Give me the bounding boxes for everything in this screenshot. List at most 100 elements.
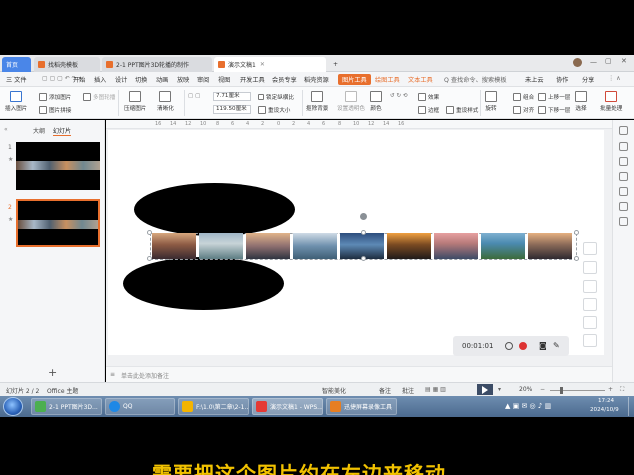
slide-thumbnail-1[interactable] <box>16 142 100 190</box>
settings-icon[interactable] <box>619 126 628 135</box>
avatar[interactable] <box>573 58 582 67</box>
slide-thumbnail-2[interactable] <box>16 199 100 247</box>
camera-icon[interactable]: ◙ <box>539 341 547 350</box>
add-slide-button[interactable]: + <box>48 366 57 379</box>
landscape-photo[interactable] <box>387 233 431 259</box>
resize-handle[interactable] <box>147 230 152 235</box>
ellipse-shape-top[interactable] <box>134 183 295 236</box>
minimize-icon[interactable]: — <box>590 58 597 66</box>
show-desktop-button[interactable] <box>628 397 633 416</box>
insert-picture-button[interactable]: 插入图片 <box>5 91 27 112</box>
combine-button[interactable]: 组合 <box>513 93 534 101</box>
zoom-level[interactable]: 20% <box>519 386 532 393</box>
taskbar-item-qq[interactable]: QQ <box>105 398 175 415</box>
taskbar-item-ppt-tutorial[interactable]: 2-1 PPT图片3D... <box>31 398 102 415</box>
send-backward-button[interactable]: 下移一层 <box>538 106 570 114</box>
collaborate-button[interactable]: 协作 <box>556 75 568 84</box>
tab-presentation[interactable]: 演示文稿1 ✕ <box>214 57 326 72</box>
crop-tool-icon[interactable] <box>583 316 597 329</box>
menu-slideshow[interactable]: 放映 <box>177 75 189 84</box>
bulb-icon[interactable] <box>583 334 597 347</box>
batch-button[interactable]: 批量处理 <box>600 91 622 112</box>
cloud-sync[interactable]: 未上云 <box>525 75 544 84</box>
zoom-out-icon[interactable]: − <box>540 386 545 393</box>
close-icon[interactable]: ✕ <box>260 61 265 68</box>
resize-handle[interactable] <box>574 230 579 235</box>
tab-home[interactable]: 首页 <box>2 57 31 72</box>
close-window-icon[interactable]: ✕ <box>621 57 627 65</box>
help-icon[interactable] <box>619 217 628 226</box>
width-input[interactable]: 119.50厘米 <box>213 105 251 114</box>
fit-window-icon[interactable]: ⛶ <box>620 386 624 394</box>
zoom-in-icon[interactable]: + <box>608 386 613 393</box>
menu-home[interactable]: 开始 <box>73 75 85 84</box>
smart-beautify-button[interactable]: 智能美化 <box>322 386 346 395</box>
select-button[interactable]: 选择 <box>575 91 587 112</box>
menu-review[interactable]: 审阅 <box>197 75 209 84</box>
tab-slides[interactable]: 幻灯片 <box>53 126 72 136</box>
reset-style-button[interactable]: 重设样式 <box>446 106 478 114</box>
menu-insert[interactable]: 插入 <box>94 75 106 84</box>
resize-handle[interactable] <box>361 256 366 261</box>
stop-icon[interactable] <box>519 342 527 350</box>
set-transparent-button[interactable]: 设置透明色 <box>337 91 365 112</box>
resize-handle[interactable] <box>147 256 152 261</box>
notes-expand-icon[interactable]: ≡ <box>110 371 115 378</box>
crop-small-icons[interactable]: ▢ ▢ <box>188 93 200 99</box>
animation-icon[interactable] <box>619 157 628 166</box>
menu-drawing-tools[interactable]: 绘图工具 <box>375 75 400 84</box>
tab-template[interactable]: 找稻壳模板 <box>34 57 100 72</box>
resize-handle[interactable] <box>361 230 366 235</box>
rotate-small-icons[interactable]: ↺ ↻ ⟲ <box>390 93 408 99</box>
collapse-panel-icon[interactable]: « <box>4 126 8 133</box>
landscape-photo[interactable] <box>481 233 525 259</box>
menu-vip[interactable]: 会员专享 <box>272 75 297 84</box>
play-options-icon[interactable]: ▾ <box>498 386 501 393</box>
resize-handle[interactable] <box>574 256 579 261</box>
zoom-slider-thumb[interactable] <box>560 387 563 394</box>
align-button[interactable]: 对齐 <box>513 106 534 114</box>
landscape-photo[interactable] <box>528 233 572 259</box>
compress-picture-button[interactable]: 压缩图片 <box>124 91 146 112</box>
menu-design[interactable]: 设计 <box>115 75 127 84</box>
menu-docer[interactable]: 稻壳资源 <box>304 75 329 84</box>
float-tool-button[interactable] <box>583 242 597 255</box>
property-icon[interactable] <box>619 172 628 181</box>
menu-view[interactable]: 视图 <box>218 75 230 84</box>
landscape-photo[interactable] <box>246 233 290 259</box>
landscape-photo[interactable] <box>434 233 478 259</box>
menu-file[interactable]: 三 文件 <box>6 75 27 84</box>
notes-area[interactable]: ≡ 单击此处添加备注 <box>106 366 612 382</box>
more-icon[interactable]: ⋮ ∧ <box>608 75 621 82</box>
system-tray-icons[interactable]: ▲ ▣ ✉ ◎ ♪ ▥ <box>505 402 551 410</box>
format-icon[interactable] <box>619 187 628 196</box>
picture-join-button[interactable]: 图片拼接 <box>39 106 71 114</box>
ellipse-shape-bottom[interactable] <box>123 257 284 310</box>
rotate-handle-icon[interactable] <box>359 212 368 221</box>
menu-text-tools[interactable]: 文本工具 <box>408 75 433 84</box>
crop-button[interactable]: 抠除背景 <box>306 91 328 112</box>
taskbar-item-recorder[interactable]: 迅捷屏幕录像工具 <box>326 398 397 415</box>
bring-forward-button[interactable]: 上移一层 <box>538 93 570 101</box>
taskbar-item-folder[interactable]: F:\1.0\第二章\2-1... <box>178 398 249 415</box>
play-button[interactable] <box>477 384 493 395</box>
pen-tool-icon[interactable] <box>583 280 597 293</box>
backup-icon[interactable] <box>619 202 628 211</box>
color-button[interactable]: 颜色 <box>370 91 382 112</box>
notes-toggle-button[interactable]: 备注 <box>379 386 391 395</box>
layer-icon[interactable] <box>583 261 597 274</box>
reset-size-button[interactable]: 重设大小 <box>258 106 290 114</box>
share-button[interactable]: 分享 <box>582 75 594 84</box>
add-picture-button[interactable]: 添加图片 <box>39 93 71 101</box>
tab-outline[interactable]: 大纲 <box>33 126 45 135</box>
style-icon[interactable] <box>619 142 628 151</box>
tab-ppt-tutorial[interactable]: 2-1 PPT图片3D轮播的制作 <box>102 57 212 72</box>
maximize-icon[interactable]: ▢ <box>605 57 612 65</box>
start-button[interactable] <box>3 397 23 416</box>
multi-picture-button[interactable]: 多图轮播 <box>83 93 115 101</box>
comment-toggle-button[interactable]: 批注 <box>402 386 414 395</box>
clarity-button[interactable]: 清晰化 <box>157 91 174 112</box>
view-mode-icons[interactable]: ▤ ▦ ▥ <box>425 386 446 393</box>
menu-picture-tools[interactable]: 图片工具 <box>338 74 371 85</box>
zoom-slider[interactable] <box>550 390 605 391</box>
